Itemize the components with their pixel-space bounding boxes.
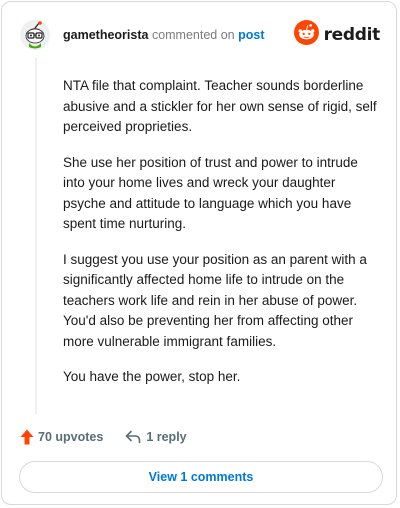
reply-button[interactable]: 1 reply	[125, 430, 187, 444]
comment-body: NTA file that complaint. Teacher sounds …	[63, 76, 381, 403]
comment-paragraph: NTA file that complaint. Teacher sounds …	[63, 78, 377, 134]
commented-on-text: commented on	[151, 28, 235, 42]
upvotes-count: 70 upvotes	[38, 430, 104, 444]
upvote-button[interactable]: 70 upvotes	[20, 429, 103, 445]
reddit-logo[interactable]: reddit	[293, 20, 381, 50]
thread-line[interactable]	[35, 58, 37, 414]
reddit-logo-icon	[293, 20, 319, 50]
reddit-wordmark: reddit	[323, 25, 381, 45]
username-link[interactable]: gametheorista	[63, 28, 148, 42]
comment-paragraph: I suggest you use your position as an pa…	[63, 251, 367, 349]
upvote-arrow-icon	[20, 429, 34, 445]
comment-paragraph: She use her position of trust and power …	[63, 154, 358, 232]
comment-actions: 70 upvotes 1 reply	[20, 426, 187, 448]
comment-paragraph: You have the power, stop her.	[63, 369, 241, 384]
comment-card: gametheorista commented on post reddit N…	[1, 1, 397, 505]
reply-arrow-icon	[125, 430, 141, 444]
post-link[interactable]: post	[238, 28, 264, 42]
reply-count: 1 reply	[146, 430, 187, 444]
snoo-avatar-icon[interactable]	[20, 20, 50, 50]
view-comments-button[interactable]: View 1 comments	[19, 461, 383, 493]
comment-header: gametheorista commented on post reddit	[20, 20, 382, 50]
comment-meta: gametheorista commented on post	[63, 28, 265, 42]
